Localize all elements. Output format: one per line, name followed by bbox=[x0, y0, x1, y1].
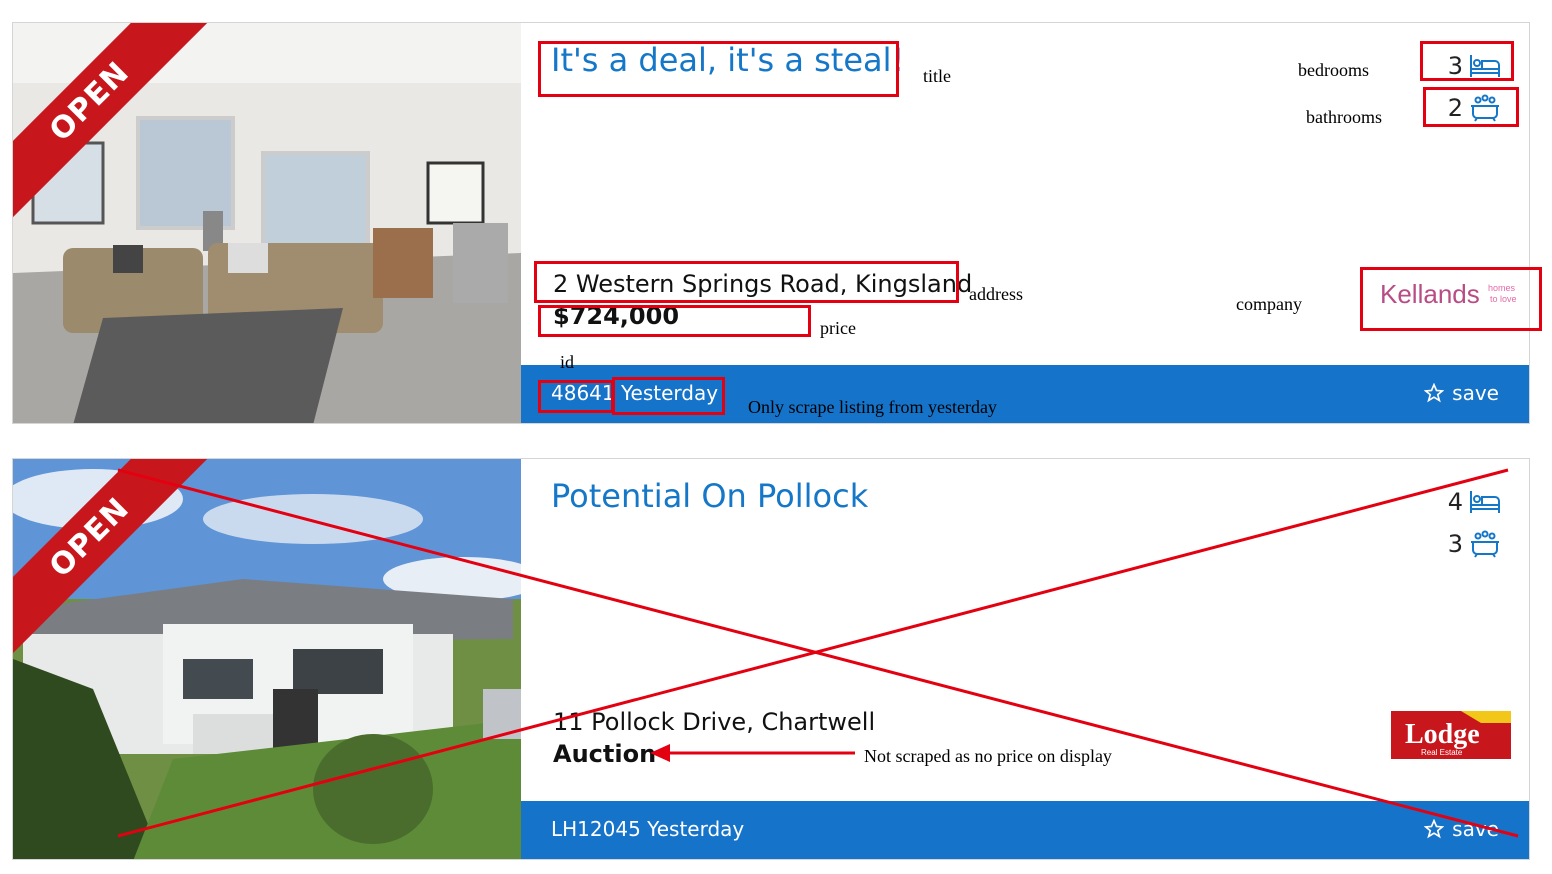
annotation-overlay bbox=[117, 468, 1519, 838]
arrow-head-icon bbox=[650, 744, 670, 762]
